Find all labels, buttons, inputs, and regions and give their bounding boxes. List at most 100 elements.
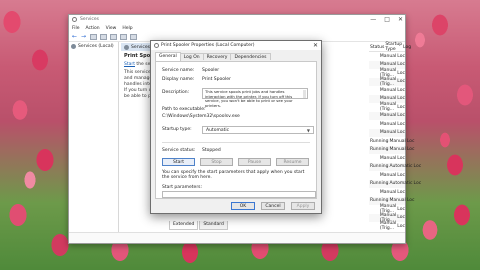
log-on-cell: Loc bbox=[397, 215, 405, 221]
startup-type-label: Startup type: bbox=[162, 127, 192, 132]
table-row[interactable]: Manual (Trig... Loc bbox=[369, 102, 405, 112]
startup-type-cell: Manual bbox=[379, 189, 397, 195]
status-cell: Running bbox=[370, 181, 389, 187]
table-row[interactable]: Running Manual Loc bbox=[369, 137, 414, 146]
tab-extended[interactable]: Extended bbox=[169, 221, 199, 230]
menu-bar: File Action View Help bbox=[69, 24, 405, 32]
services-gear-icon bbox=[72, 17, 77, 22]
properties-dialog: Print Spooler Properties (Local Computer… bbox=[150, 40, 322, 214]
services-header-icon bbox=[124, 44, 129, 50]
start-parameters-label: Start parameters: bbox=[162, 185, 203, 190]
log-on-cell: Loc bbox=[397, 96, 405, 102]
column-status[interactable]: Status bbox=[369, 45, 384, 50]
table-row[interactable]: Manual (Trig... Loc bbox=[369, 221, 405, 232]
tab-log-on[interactable]: Log On bbox=[179, 53, 204, 60]
properties-icon[interactable] bbox=[100, 33, 107, 40]
divider bbox=[162, 142, 310, 143]
startup-type-cell: Manual bbox=[379, 121, 397, 127]
menu-file[interactable]: File bbox=[72, 26, 80, 31]
dialog-title: Print Spooler Properties (Local Computer… bbox=[161, 43, 255, 48]
startup-type-cell: Manual bbox=[379, 113, 397, 119]
log-on-cell: Loc bbox=[413, 164, 422, 170]
log-on-cell: Loc bbox=[397, 87, 405, 93]
log-on-cell: Loc bbox=[397, 189, 405, 195]
table-row[interactable]: Manual Loc bbox=[369, 111, 405, 120]
column-log-on[interactable]: Log bbox=[402, 45, 411, 50]
status-cell: Running bbox=[370, 147, 389, 153]
menu-action[interactable]: Action bbox=[86, 26, 100, 31]
resume-button[interactable]: Resume bbox=[276, 158, 309, 166]
service-status-row: Service status: Stopped bbox=[162, 148, 221, 153]
table-row[interactable]: Manual Loc bbox=[369, 120, 405, 129]
table-row[interactable]: Manual Loc bbox=[369, 52, 405, 61]
table-row[interactable]: Manual Loc bbox=[369, 86, 405, 95]
minimize-button[interactable]: — bbox=[370, 15, 376, 24]
table-row[interactable]: Running Manual Loc bbox=[369, 145, 414, 154]
description-row: Description: bbox=[162, 90, 202, 95]
services-title: Services bbox=[80, 17, 99, 22]
dialog-footer: OK Cancel Apply bbox=[231, 202, 315, 210]
service-name-value: Spooler bbox=[202, 68, 220, 73]
table-row[interactable]: Manual Loc bbox=[369, 154, 405, 163]
export-icon[interactable] bbox=[120, 33, 127, 40]
back-arrow-icon[interactable]: ← bbox=[72, 33, 78, 40]
table-row[interactable]: Running Automatic Loc bbox=[369, 162, 421, 171]
display-name-label: Display name: bbox=[162, 77, 195, 82]
pause-button[interactable]: Pause bbox=[238, 158, 271, 166]
startup-type-cell: Manual bbox=[379, 62, 397, 68]
description-box[interactable]: This service spools print jobs and handl… bbox=[202, 88, 308, 107]
tab-standard[interactable]: Standard bbox=[199, 221, 228, 230]
close-button[interactable]: ✕ bbox=[398, 15, 403, 24]
table-row[interactable]: Manual Loc bbox=[369, 171, 405, 180]
maximize-button[interactable]: □ bbox=[384, 15, 390, 24]
table-row[interactable]: Manual Loc bbox=[369, 128, 405, 137]
console-tree-icon[interactable] bbox=[90, 33, 97, 40]
status-cell: Running bbox=[370, 198, 389, 204]
service-name-label: Service name: bbox=[162, 68, 195, 73]
window-controls: — □ ✕ bbox=[370, 15, 403, 24]
dialog-titlebar: Print Spooler Properties (Local Computer… bbox=[151, 41, 321, 50]
tab-general[interactable]: General bbox=[155, 52, 181, 61]
apply-button[interactable]: Apply bbox=[291, 202, 315, 210]
tab-recovery[interactable]: Recovery bbox=[202, 53, 232, 60]
forward-arrow-icon[interactable]: → bbox=[81, 33, 87, 40]
log-on-cell: Loc bbox=[397, 155, 405, 161]
table-row[interactable]: Running Automatic Loc bbox=[369, 179, 421, 188]
description-scrollbar[interactable] bbox=[303, 90, 306, 98]
log-on-cell: Loc bbox=[397, 172, 405, 178]
dialog-close-button[interactable]: ✕ bbox=[313, 41, 318, 50]
startup-type-cell: Manual bbox=[389, 147, 406, 153]
log-on-cell: Loc bbox=[406, 147, 415, 153]
table-row[interactable]: Manual Loc bbox=[369, 188, 405, 197]
column-startup-type[interactable]: Startup Type bbox=[384, 42, 402, 52]
startup-row: Startup type: bbox=[162, 127, 202, 132]
start-parameters-input[interactable] bbox=[162, 191, 316, 198]
display-name-row: Display name: Print Spooler bbox=[162, 77, 231, 82]
startup-type-cell: Manual bbox=[379, 155, 397, 161]
status-cell: Running bbox=[370, 164, 389, 170]
log-on-cell: Loc bbox=[406, 198, 415, 204]
startup-type-cell: Manual (Trig... bbox=[379, 76, 397, 87]
help-icon[interactable] bbox=[130, 33, 137, 40]
startup-type-cell: Manual bbox=[379, 87, 397, 93]
services-tree-icon bbox=[71, 44, 76, 49]
display-name-value: Print Spooler bbox=[202, 77, 231, 82]
log-on-cell: Loc bbox=[397, 113, 405, 119]
table-row[interactable]: Manual (Trig... Loc bbox=[369, 76, 405, 87]
service-control-buttons: Start Stop Pause Resume bbox=[162, 158, 309, 166]
refresh-icon[interactable] bbox=[110, 33, 117, 40]
start-button[interactable]: Start bbox=[162, 158, 195, 166]
menu-view[interactable]: View bbox=[106, 26, 117, 31]
startup-type-cell: Manual (Trig... bbox=[379, 221, 397, 232]
log-on-cell: Loc bbox=[397, 53, 405, 59]
menu-help[interactable]: Help bbox=[122, 26, 132, 31]
ok-button[interactable]: OK bbox=[231, 202, 255, 210]
tab-dependencies[interactable]: Dependencies bbox=[230, 53, 271, 60]
tree-item-services-local[interactable]: Services (Local) bbox=[71, 44, 116, 49]
startup-type-select[interactable]: Automatic ▼ bbox=[202, 126, 314, 134]
stop-button[interactable]: Stop bbox=[200, 158, 233, 166]
log-on-cell: Loc bbox=[397, 104, 405, 110]
start-service-link[interactable]: Start bbox=[124, 62, 135, 67]
cancel-button[interactable]: Cancel bbox=[261, 202, 285, 210]
table-header: Status Startup Type Log bbox=[369, 42, 411, 52]
